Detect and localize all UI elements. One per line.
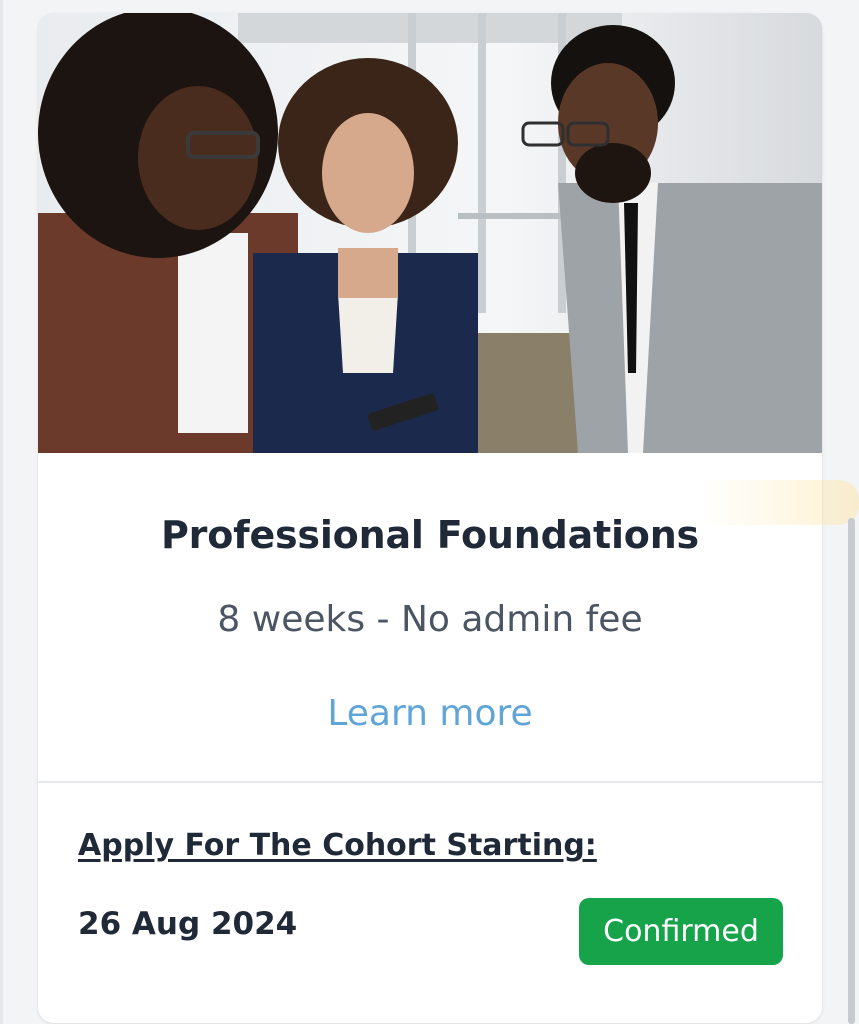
program-subtitle: 8 weeks - No admin fee xyxy=(217,599,643,640)
highlight-glow xyxy=(700,480,859,525)
divider xyxy=(38,781,822,783)
status-badge: Confirmed xyxy=(579,898,783,965)
page-edge xyxy=(0,0,3,1024)
program-title: Professional Foundations xyxy=(161,513,699,557)
cohort-start-date: 26 Aug 2024 xyxy=(78,906,298,942)
apply-heading: Apply For The Cohort Starting: xyxy=(78,828,597,863)
scrollbar[interactable] xyxy=(848,518,855,1024)
program-photo xyxy=(38,13,822,453)
learn-more-link[interactable]: Learn more xyxy=(38,693,822,734)
program-photo-illustration xyxy=(38,13,822,453)
